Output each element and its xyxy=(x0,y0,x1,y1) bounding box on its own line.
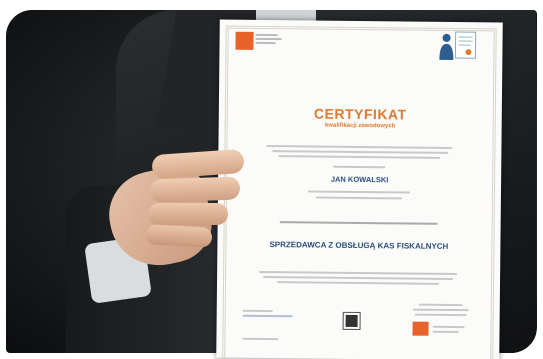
finger xyxy=(149,176,241,203)
stamp-logo xyxy=(412,321,429,336)
fine-print-line xyxy=(432,325,465,329)
qr-code xyxy=(342,311,361,331)
logo-caption xyxy=(255,33,282,45)
certificate-logo xyxy=(235,31,254,50)
photo-frame: CERTYFIKAT kwalifikacji zawodowych JAN K… xyxy=(0,0,543,359)
fine-print-line xyxy=(242,337,279,341)
fine-print-line xyxy=(432,330,459,334)
finger xyxy=(145,224,213,248)
certificate-title: CERTYFIKAT xyxy=(313,105,407,123)
finger xyxy=(148,203,228,225)
person-certificate-icon xyxy=(439,31,477,60)
certificate: CERTYFIKAT kwalifikacji zawodowych JAN K… xyxy=(216,19,503,359)
fine-print-line xyxy=(242,309,273,313)
